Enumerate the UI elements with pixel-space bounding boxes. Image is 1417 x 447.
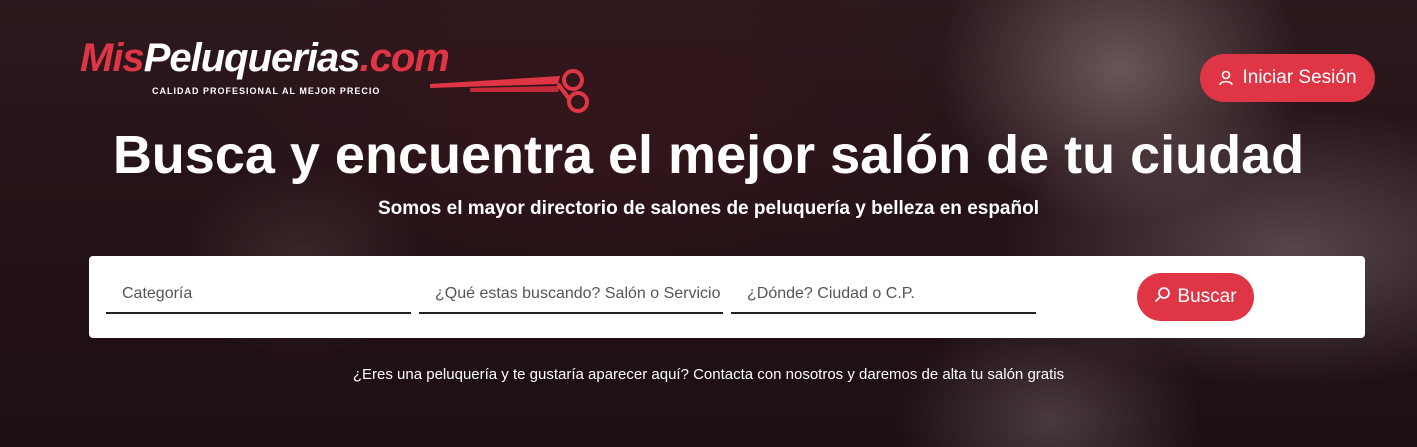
logo-wordmark: MisPeluquerias.com: [80, 36, 450, 81]
category-input[interactable]: [106, 276, 411, 314]
logo-part-peluquerias: Peluquerias: [143, 36, 361, 80]
contact-note[interactable]: ¿Eres una peluquería y te gustaría apare…: [0, 366, 1417, 383]
what-search-input[interactable]: [419, 276, 723, 314]
page-subtitle: Somos el mayor directorio de salones de …: [378, 198, 1039, 219]
scissors-icon: [430, 66, 600, 121]
logo-part-mis: Mis: [80, 36, 145, 80]
login-button[interactable]: Iniciar Sesión: [1200, 54, 1375, 102]
hero-section: MisPeluquerias.com CALIDAD PROFESIONAL A…: [0, 0, 1417, 447]
search-button[interactable]: Buscar: [1137, 273, 1254, 321]
logo-tagline: CALIDAD PROFESIONAL AL MEJOR PRECIO: [152, 86, 381, 96]
location-input[interactable]: [731, 276, 1036, 314]
search-form: Buscar: [89, 256, 1365, 338]
search-button-label: Buscar: [1177, 286, 1237, 307]
page-title: Busca y encuentra el mejor salón de tu c…: [112, 125, 1305, 185]
login-button-label: Iniciar Sesión: [1242, 67, 1357, 88]
user-icon: [1218, 70, 1234, 86]
site-logo[interactable]: MisPeluquerias.com CALIDAD PROFESIONAL A…: [80, 36, 589, 116]
search-icon: [1154, 286, 1171, 309]
